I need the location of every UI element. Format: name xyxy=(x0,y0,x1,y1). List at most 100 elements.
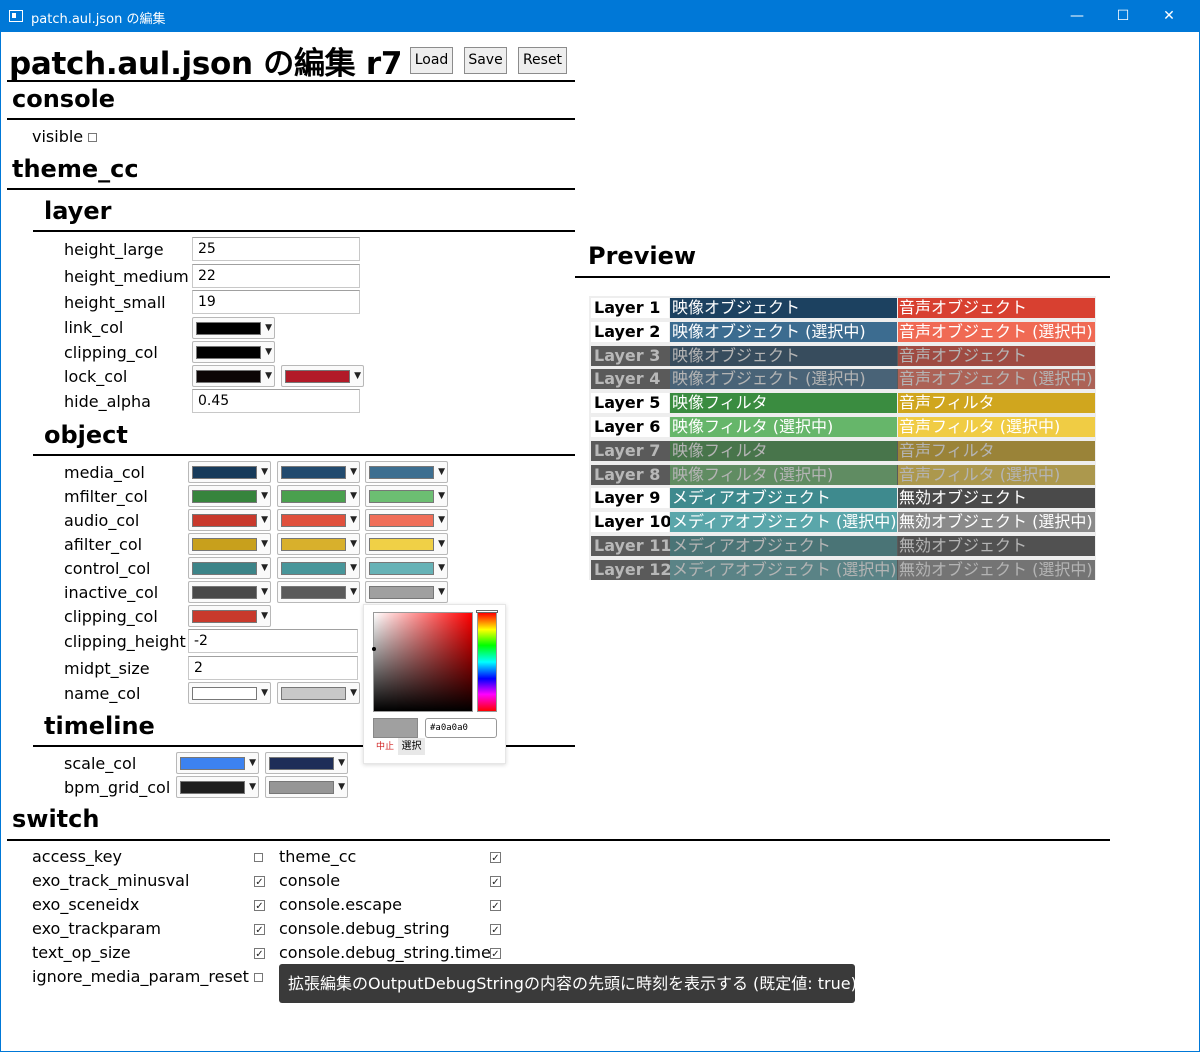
link-col-picker[interactable]: ▼ xyxy=(192,317,275,339)
clipping-height-input[interactable]: -2 xyxy=(188,629,358,653)
preview-row: Layer 5 映像フィルタ 音声フィルタ xyxy=(591,393,1095,414)
preview-object-left: 映像オブジェクト xyxy=(670,298,897,318)
save-button[interactable]: Save xyxy=(464,47,507,74)
load-button[interactable]: Load xyxy=(410,47,453,74)
lock-col-picker-2[interactable]: ▼ xyxy=(281,365,364,387)
switch-checkbox[interactable]: ✓ xyxy=(490,876,501,888)
preview-object-right: 音声フィルタ (選択中) xyxy=(898,464,1095,485)
audio-col-picker-1[interactable]: ▼ xyxy=(188,509,271,531)
preview-object-right: 音声オブジェクト xyxy=(898,345,1095,366)
preview-layer-label: Layer 12 xyxy=(591,559,672,580)
inactive-col-picker-2[interactable]: ▼ xyxy=(277,581,360,603)
switch-label: console.debug_string.time xyxy=(279,943,491,962)
saturation-value-field[interactable] xyxy=(373,612,473,712)
audio-col-picker-3[interactable]: ▼ xyxy=(365,509,448,531)
layer-clipping-col-picker[interactable]: ▼ xyxy=(192,341,275,363)
preview-object-left: 映像オブジェクト (選択中) xyxy=(670,321,897,342)
afilter-col-picker-1[interactable]: ▼ xyxy=(188,533,271,555)
scale-col-picker-2[interactable]: ▼ xyxy=(265,752,348,774)
switch-label: access_key xyxy=(32,847,122,866)
switch-checkbox[interactable] xyxy=(254,973,263,982)
hide-alpha-input[interactable]: 0.45 xyxy=(192,389,360,413)
preview-layer-label: Layer 11 xyxy=(591,536,672,556)
hex-input[interactable]: #a0a0a0 xyxy=(425,718,497,738)
hue-slider[interactable] xyxy=(477,612,497,712)
preview-row: Layer 9 メディアオブジェクト 無効オブジェクト xyxy=(591,488,1095,509)
preview-row: Layer 12 メディアオブジェクト (選択中) 無効オブジェクト (選択中) xyxy=(591,559,1095,580)
audio-col-picker-2[interactable]: ▼ xyxy=(277,509,360,531)
preview-rule xyxy=(575,276,1110,278)
close-button[interactable]: ✕ xyxy=(1146,1,1192,32)
tooltip: 拡張編集のOutputDebugStringの内容の先頭に時刻を表示する (既定… xyxy=(279,964,857,1003)
preview-row: Layer 6 映像フィルタ (選択中) 音声フィルタ (選択中) xyxy=(591,417,1095,437)
bpm-grid-col-picker-1[interactable]: ▼ xyxy=(176,776,259,798)
lock-col-label: lock_col xyxy=(64,367,128,386)
afilter-col-picker-3[interactable]: ▼ xyxy=(365,533,448,555)
mfilter-col-picker-1[interactable]: ▼ xyxy=(188,485,271,507)
name-col-label: name_col xyxy=(64,684,141,703)
name-col-picker-2[interactable]: ▼ xyxy=(277,682,360,704)
control-col-picker-1[interactable]: ▼ xyxy=(188,557,271,579)
preview-layer-label: Layer 9 xyxy=(591,488,669,509)
preview-row: Layer 3 映像オブジェクト 音声オブジェクト xyxy=(591,345,1095,366)
inactive-col-picker-1[interactable]: ▼ xyxy=(188,581,271,603)
minimize-button[interactable]: — xyxy=(1054,1,1100,32)
midpt-size-input[interactable]: 2 xyxy=(188,656,358,680)
preview-row: Layer 7 映像フィルタ 音声フィルタ xyxy=(591,440,1095,461)
height-small-label: height_small xyxy=(64,293,166,312)
switch-label: theme_cc xyxy=(279,847,357,866)
media-col-picker-3[interactable]: ▼ xyxy=(365,461,448,483)
preview-object-left: メディアオブジェクト (選択中) xyxy=(670,512,897,533)
afilter-col-label: afilter_col xyxy=(64,535,143,554)
switch-checkbox[interactable]: ✓ xyxy=(254,876,265,888)
media-col-picker-2[interactable]: ▼ xyxy=(277,461,360,483)
switch-checkbox[interactable]: ✓ xyxy=(254,900,265,912)
preview-object-right: 音声オブジェクト (選択中) xyxy=(898,321,1095,342)
bpm-grid-col-picker-2[interactable]: ▼ xyxy=(265,776,348,798)
control-col-picker-3[interactable]: ▼ xyxy=(365,557,448,579)
preview-layer-label: Layer 8 xyxy=(591,464,669,485)
lock-col-picker-1[interactable]: ▼ xyxy=(192,365,275,387)
saturation-cursor[interactable] xyxy=(372,647,376,651)
preview-object-right: 音声フィルタ xyxy=(898,440,1095,461)
switch-checkbox[interactable] xyxy=(254,853,263,862)
switch-label: exo_trackparam xyxy=(32,919,161,938)
switch-checkbox[interactable]: ✓ xyxy=(254,924,265,936)
media-col-picker-1[interactable]: ▼ xyxy=(188,461,271,483)
inactive-col-picker-3[interactable]: ▼ xyxy=(365,581,448,603)
height-large-input[interactable]: 25 xyxy=(192,237,360,261)
object-rule xyxy=(33,454,575,456)
timeline-heading: timeline xyxy=(44,712,155,740)
select-button[interactable]: 選択 xyxy=(398,738,425,755)
preview-object-left: 映像オブジェクト (選択中) xyxy=(670,369,897,390)
object-clipping-col-picker[interactable]: ▼ xyxy=(188,605,271,627)
inactive-col-label: inactive_col xyxy=(64,583,159,602)
preview-row: Layer 1 映像オブジェクト 音声オブジェクト xyxy=(591,298,1095,318)
switch-checkbox[interactable]: ✓ xyxy=(490,948,501,960)
scale-col-picker-1[interactable]: ▼ xyxy=(176,752,259,774)
preview-object-right: 無効オブジェクト xyxy=(898,488,1095,509)
media-col-label: media_col xyxy=(64,463,145,482)
control-col-picker-2[interactable]: ▼ xyxy=(277,557,360,579)
reset-button[interactable]: Reset xyxy=(518,47,567,74)
visible-checkbox[interactable] xyxy=(88,133,97,142)
clipping-height-label: clipping_height xyxy=(64,632,186,651)
preview-row: Layer 10 メディアオブジェクト (選択中) 無効オブジェクト (選択中) xyxy=(591,512,1095,533)
switch-checkbox[interactable]: ✓ xyxy=(490,852,501,864)
switch-checkbox[interactable]: ✓ xyxy=(254,948,265,960)
preview-object-left: メディアオブジェクト (選択中) xyxy=(670,559,897,580)
mfilter-col-picker-2[interactable]: ▼ xyxy=(277,485,360,507)
height-small-input[interactable]: 19 xyxy=(192,290,360,314)
app-icon xyxy=(9,10,23,22)
name-col-picker-1[interactable]: ▼ xyxy=(188,682,271,704)
mfilter-col-picker-3[interactable]: ▼ xyxy=(365,485,448,507)
maximize-button[interactable]: ☐ xyxy=(1100,1,1146,32)
switch-checkbox[interactable]: ✓ xyxy=(490,900,501,912)
layer-rule xyxy=(33,230,575,232)
afilter-col-picker-2[interactable]: ▼ xyxy=(277,533,360,555)
hue-handle[interactable] xyxy=(476,610,498,613)
height-medium-input[interactable]: 22 xyxy=(192,264,360,288)
cancel-button[interactable]: 中止 xyxy=(376,740,394,754)
hide-alpha-label: hide_alpha xyxy=(64,392,151,411)
switch-checkbox[interactable]: ✓ xyxy=(490,924,501,936)
